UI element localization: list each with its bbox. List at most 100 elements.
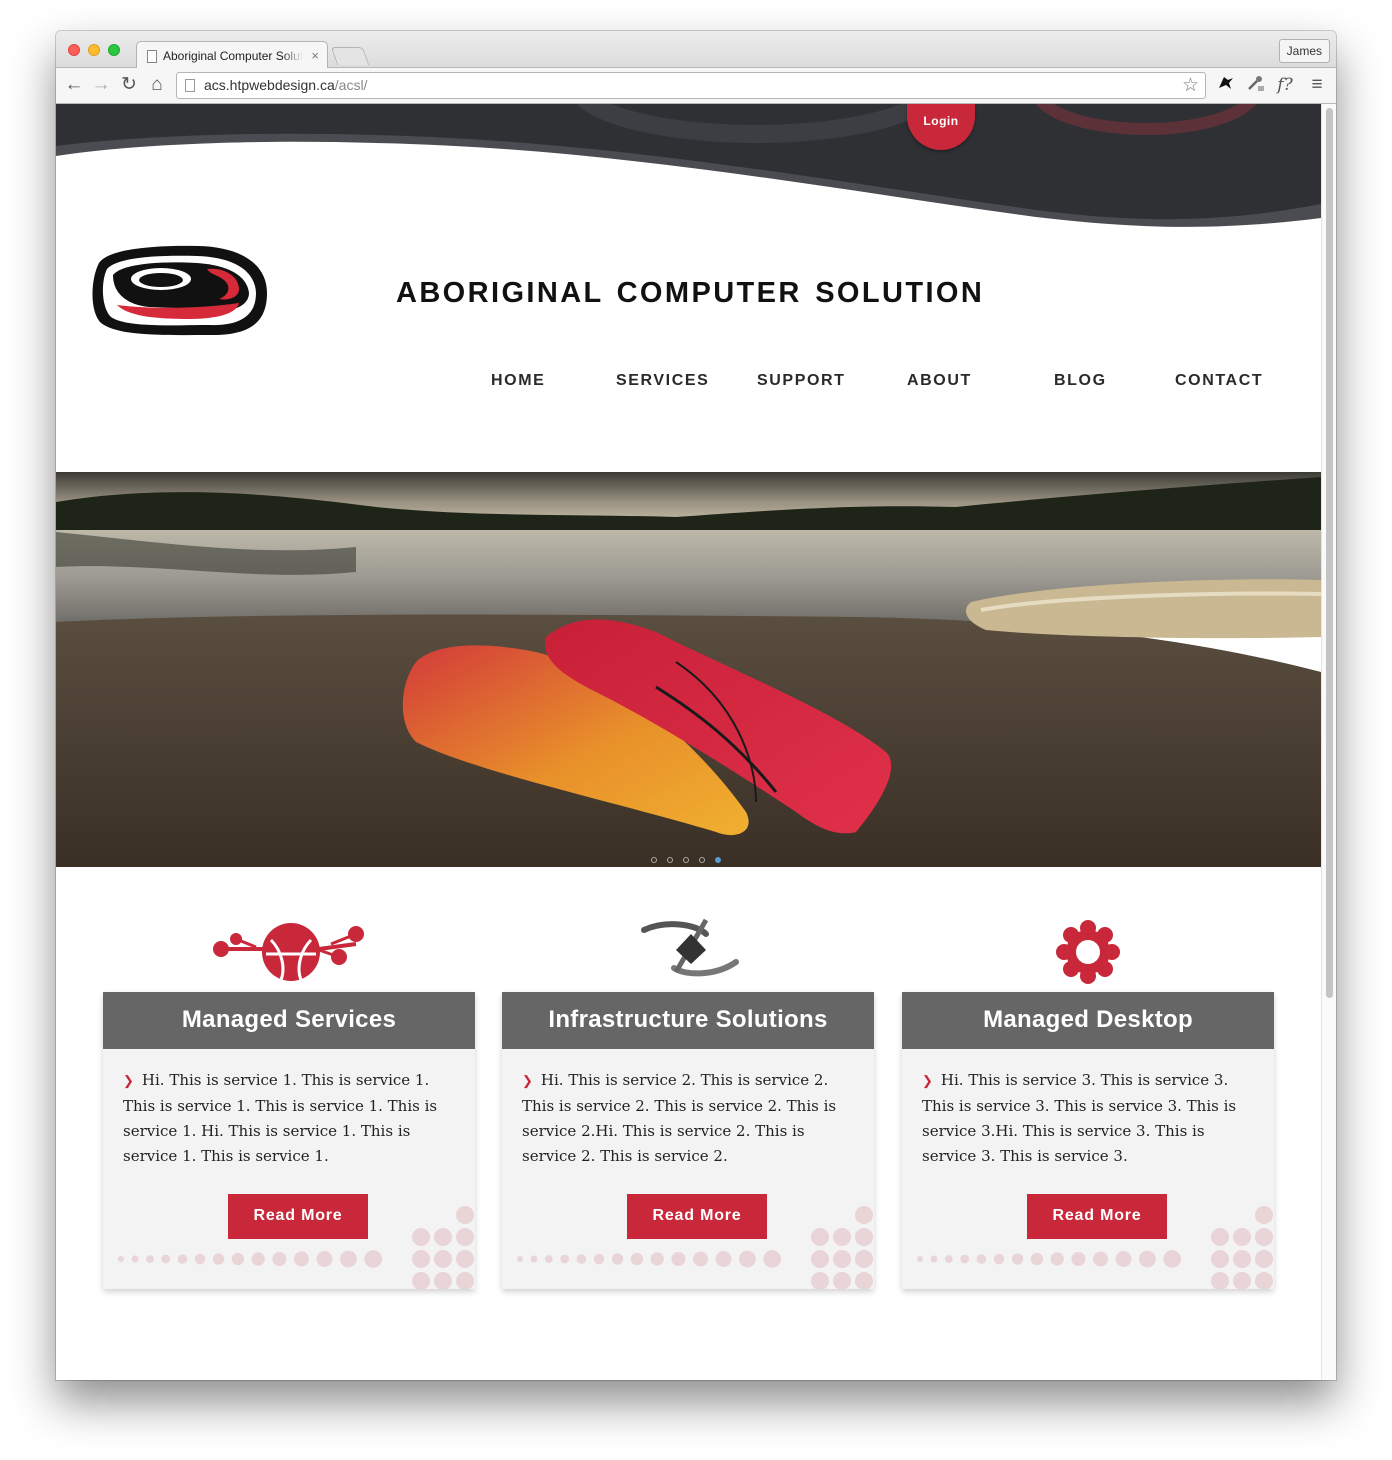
deco-dot — [917, 1256, 923, 1262]
zoom-window-button[interactable] — [108, 44, 120, 56]
nav-item-support[interactable]: SUPPORT — [757, 372, 846, 390]
deco-dot — [212, 1253, 225, 1265]
deco-dot — [855, 1228, 873, 1246]
deco-dot — [739, 1250, 756, 1268]
page-icon — [185, 79, 195, 92]
slider-dot[interactable] — [699, 857, 705, 863]
deco-dot — [1233, 1250, 1251, 1268]
deco-dot — [945, 1255, 953, 1263]
address-bar[interactable]: acs.htpwebdesign.ca/acsl/ ☆ — [176, 72, 1206, 99]
slider-dot[interactable] — [683, 857, 689, 863]
vertical-scrollbar[interactable] — [1321, 104, 1336, 1380]
slider-dots — [651, 850, 731, 867]
deco-dot — [434, 1228, 452, 1246]
read-more-button[interactable]: Read More — [1027, 1194, 1167, 1239]
forward-arrow-icon[interactable]: → — [89, 73, 113, 97]
reload-icon[interactable]: ↻ — [117, 73, 141, 97]
minimize-window-button[interactable] — [88, 44, 100, 56]
deco-dot — [456, 1250, 474, 1268]
eyedropper-icon[interactable] — [1243, 73, 1267, 97]
nav-item-blog[interactable]: BLOG — [1054, 372, 1107, 390]
network-globe-icon — [213, 923, 364, 981]
slider-dot-active[interactable] — [715, 857, 721, 863]
deco-dot — [294, 1251, 309, 1267]
card-text-wrap: ❯ Hi. This is service 3. This is service … — [922, 1068, 1252, 1169]
deco-dot — [517, 1256, 523, 1262]
nav-item-services[interactable]: SERVICES — [616, 372, 709, 390]
nav-item-home[interactable]: HOME — [491, 372, 545, 390]
deco-dot — [194, 1253, 206, 1265]
deco-dot — [272, 1251, 287, 1267]
read-more-button[interactable]: Read More — [627, 1194, 767, 1239]
tab-close-icon[interactable]: × — [311, 48, 319, 63]
slider-dot[interactable] — [651, 857, 657, 863]
deco-dot — [930, 1255, 938, 1263]
back-arrow-icon[interactable]: ← — [62, 73, 86, 97]
deco-dot — [1255, 1272, 1273, 1289]
deco-dot — [434, 1272, 452, 1289]
deco-dot — [833, 1250, 851, 1268]
deco-dot — [650, 1252, 664, 1266]
deco-dot — [1255, 1250, 1273, 1268]
deco-dot — [1211, 1228, 1229, 1246]
deco-dot — [1011, 1253, 1024, 1265]
deco-dot — [715, 1251, 732, 1267]
deco-dot — [316, 1251, 333, 1267]
deco-dot — [456, 1206, 474, 1224]
new-tab-button[interactable] — [330, 47, 370, 65]
read-more-button[interactable]: Read More — [228, 1194, 368, 1239]
profile-button[interactable]: James — [1278, 39, 1330, 63]
deco-dot — [976, 1254, 987, 1264]
card-title: Managed Services — [103, 992, 475, 1049]
company-logo[interactable] — [89, 243, 269, 338]
gear-icon — [1056, 920, 1120, 984]
deco-dot — [671, 1251, 686, 1267]
deco-dot — [855, 1272, 873, 1289]
url-path: /acsl/ — [334, 77, 368, 93]
deco-dot — [434, 1250, 452, 1268]
deco-dot — [530, 1255, 538, 1263]
deco-dot — [1030, 1252, 1044, 1266]
deco-dot — [1115, 1251, 1132, 1267]
deco-dot — [456, 1272, 474, 1289]
deco-dot — [811, 1228, 829, 1246]
deco-dot — [1255, 1206, 1273, 1224]
url-host: acs.htpwebdesign.ca — [204, 77, 335, 93]
nav-item-contact[interactable]: CONTACT — [1175, 372, 1263, 390]
tab-strip: Aboriginal Computer Solution × James — [56, 31, 1336, 69]
deco-dot — [1050, 1252, 1064, 1266]
deco-dot — [412, 1250, 430, 1268]
orbit-diamond-icon — [641, 918, 739, 977]
close-window-button[interactable] — [68, 44, 80, 56]
scrollbar-thumb[interactable] — [1326, 108, 1333, 998]
deco-dot — [811, 1272, 829, 1289]
deco-dot — [364, 1250, 383, 1268]
page-icon — [147, 50, 157, 63]
menu-icon[interactable]: ≡ — [1305, 73, 1329, 97]
bookmark-star-icon[interactable]: ☆ — [1182, 74, 1199, 97]
site-title[interactable]: ABORIGINAL COMPUTER SOLUTION — [396, 277, 984, 310]
font-finder-icon[interactable]: f? — [1273, 73, 1297, 97]
deco-dot — [576, 1254, 587, 1264]
card-text: Hi. This is service 3. This is service 3… — [922, 1071, 1237, 1165]
deco-dot — [630, 1252, 644, 1266]
deco-dot — [118, 1256, 124, 1262]
bullet-chevron-icon: ❯ — [922, 1074, 933, 1089]
deco-dot — [146, 1255, 154, 1263]
deco-dot — [545, 1255, 553, 1263]
extension-bird-icon[interactable] — [1214, 73, 1238, 97]
bullet-chevron-icon: ❯ — [522, 1074, 533, 1089]
deco-dot — [1233, 1228, 1251, 1246]
deco-dot — [131, 1255, 139, 1263]
deco-dot — [833, 1272, 851, 1289]
home-icon[interactable]: ⌂ — [145, 73, 169, 97]
deco-dot — [1163, 1250, 1182, 1268]
slider-dot[interactable] — [667, 857, 673, 863]
nav-item-about[interactable]: ABOUT — [907, 372, 972, 390]
deco-dot — [340, 1250, 357, 1268]
deco-dot — [593, 1253, 605, 1265]
browser-tab[interactable]: Aboriginal Computer Solution × — [136, 41, 328, 69]
deco-dot — [161, 1254, 171, 1264]
deco-dot — [1233, 1272, 1251, 1289]
page-viewport: Login ABORIGINAL COMPUTER SOLUTION HOME … — [56, 104, 1321, 1380]
